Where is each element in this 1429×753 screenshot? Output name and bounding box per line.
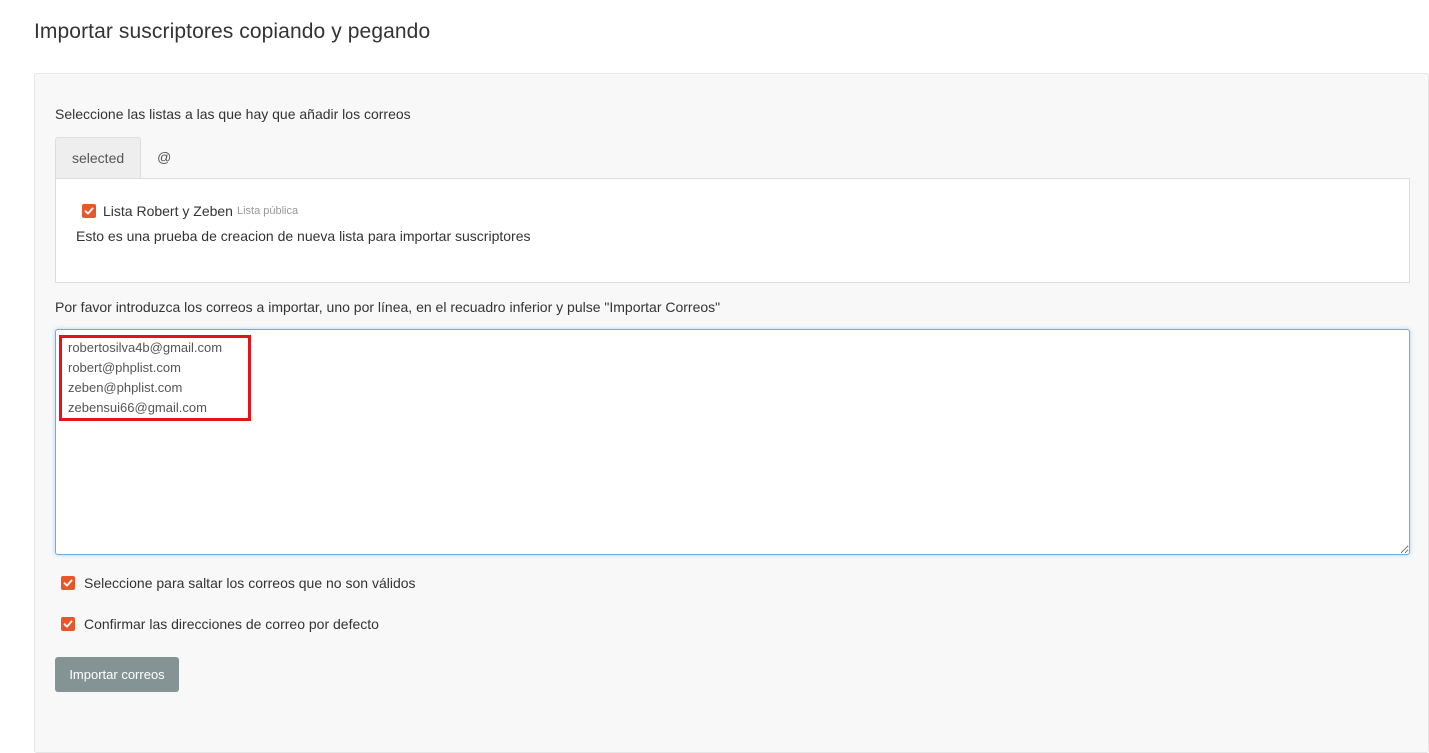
emails-textarea[interactable] <box>55 329 1410 555</box>
lists-instruction: Seleccione las listas a las que hay que … <box>55 106 411 122</box>
list-name[interactable]: Lista Robert y Zeben <box>103 203 233 219</box>
checkmark-icon <box>63 579 73 587</box>
tab-content-selected: Lista Robert y Zeben Lista pública Esto … <box>55 178 1410 283</box>
skip-invalid-label[interactable]: Seleccione para saltar los correos que n… <box>84 575 416 591</box>
import-emails-button[interactable]: Importar correos <box>55 657 179 692</box>
list-item: Lista Robert y Zeben Lista pública <box>82 203 298 219</box>
page-title: Importar suscriptores copiando y pegando <box>34 20 431 43</box>
checkmark-icon <box>84 207 94 215</box>
import-panel: Seleccione las listas a las que hay que … <box>34 73 1429 753</box>
confirm-default-label[interactable]: Confirmar las direcciones de correo por … <box>84 616 379 632</box>
emails-instruction: Por favor introduzca los correos a impor… <box>55 299 721 315</box>
list-tabs: selected @ <box>55 137 187 179</box>
tab-at[interactable]: @ <box>141 137 187 179</box>
option-confirm-default[interactable]: Confirmar las direcciones de correo por … <box>61 616 379 632</box>
list-checkbox[interactable] <box>82 204 96 218</box>
list-description: Esto es una prueba de creacion de nueva … <box>76 228 531 244</box>
tab-selected[interactable]: selected <box>55 137 142 179</box>
confirm-default-checkbox[interactable] <box>61 617 75 631</box>
list-visibility-badge: Lista pública <box>236 205 299 217</box>
option-skip-invalid[interactable]: Seleccione para saltar los correos que n… <box>61 575 416 591</box>
checkmark-icon <box>63 620 73 628</box>
skip-invalid-checkbox[interactable] <box>61 576 75 590</box>
